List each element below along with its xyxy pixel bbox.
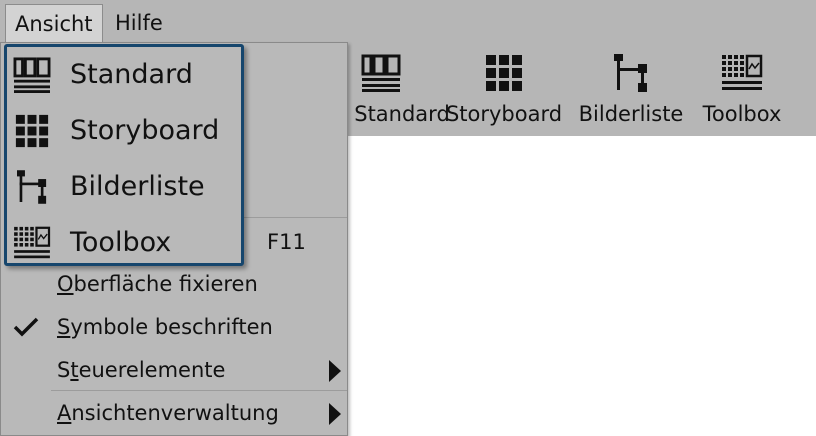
storyboard-grid-icon — [11, 110, 53, 152]
submenu-item-standard[interactable]: Standard — [7, 47, 241, 103]
toolbox-icon — [11, 222, 53, 264]
standard-layout-icon — [11, 54, 53, 96]
storyboard-grid-icon — [483, 52, 525, 94]
ansichtenverwaltung-label: Ansichtenverwaltung — [57, 401, 279, 425]
symbole-beschriften-label: Symbole beschriften — [57, 315, 273, 339]
menu-hilfe[interactable]: Hilfe — [106, 4, 172, 42]
checkmark-icon — [13, 317, 39, 337]
standard-layout-icon — [360, 52, 402, 94]
fullscreen-shortcut: F11 — [267, 230, 306, 254]
menu-ansicht[interactable]: Ansicht — [5, 4, 103, 42]
submenu-arrow-icon — [329, 403, 341, 425]
toolbar-toolbox-label: Toolbox — [702, 102, 782, 126]
menu-hilfe-label: Hilfe — [115, 11, 163, 35]
menu-item-ansichtenverwaltung[interactable]: Ansichtenverwaltung — [1, 392, 347, 434]
menubar: Ansicht Hilfe — [0, 0, 816, 44]
toolbar-toolbox-button[interactable]: Toolbox — [694, 44, 790, 136]
submenu-toolbox-label: Toolbox — [70, 227, 172, 258]
menu-ansicht-label: Ansicht — [15, 12, 93, 36]
toolbar-standard-label: Standard — [354, 102, 450, 126]
toolbar-bilderliste-label: Bilderliste — [578, 102, 684, 126]
toolbox-icon — [721, 52, 763, 94]
submenu-item-bilderliste[interactable]: Bilderliste — [7, 159, 241, 215]
image-list-tree-icon — [11, 166, 53, 208]
menu-separator — [51, 390, 347, 391]
steuerelemente-label: Steuerelemente — [57, 358, 226, 382]
menu-item-symbole-beschriften[interactable]: Symbole beschriften — [1, 306, 347, 348]
submenu-arrow-icon — [329, 360, 341, 382]
layouts-submenu: Standard Storyboard Bilderliste Toolbox — [4, 44, 244, 266]
toolbar-storyboard-button[interactable]: Storyboard — [444, 44, 564, 136]
submenu-storyboard-label: Storyboard — [70, 115, 220, 146]
submenu-item-toolbox[interactable]: Toolbox — [7, 215, 241, 271]
toolbar-bilderliste-button[interactable]: Bilderliste — [576, 44, 686, 136]
menu-item-steuerelemente[interactable]: Steuerelemente — [1, 349, 347, 391]
image-list-tree-icon — [610, 52, 652, 94]
submenu-item-storyboard[interactable]: Storyboard — [7, 103, 241, 159]
submenu-standard-label: Standard — [70, 59, 193, 90]
toolbar-storyboard-label: Storyboard — [445, 102, 563, 126]
submenu-bilderliste-label: Bilderliste — [70, 171, 205, 202]
